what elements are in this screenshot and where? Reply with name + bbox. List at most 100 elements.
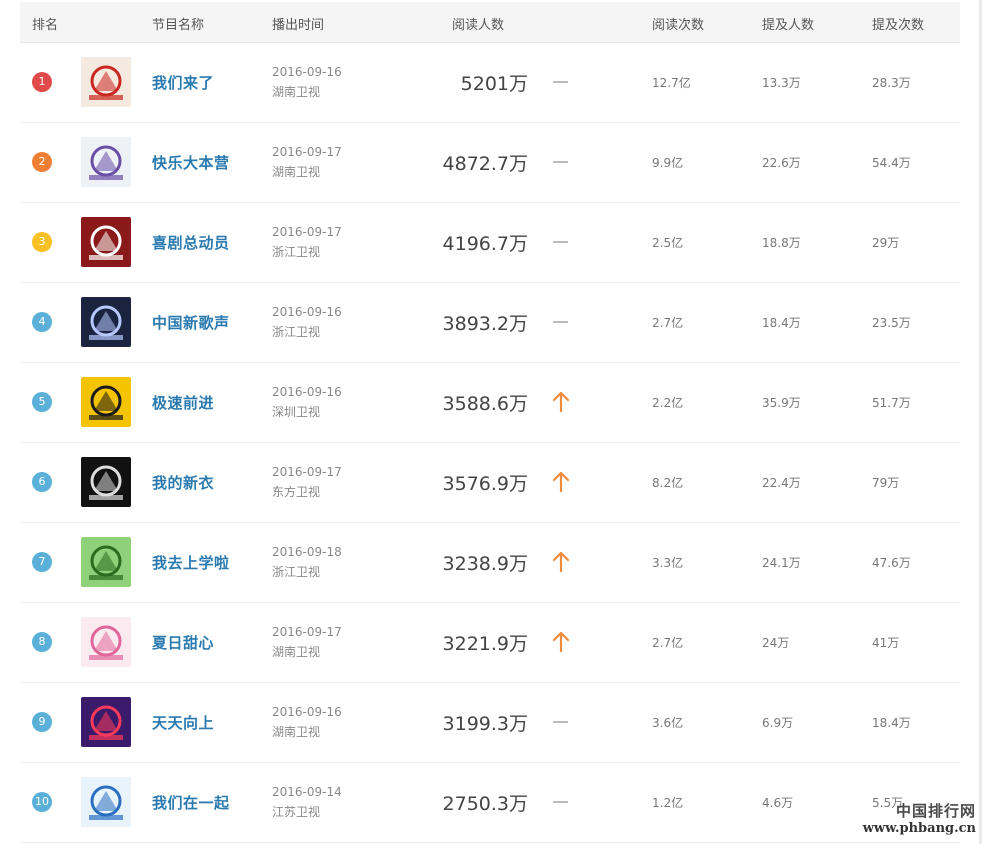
read-count: 1.2亿 xyxy=(652,796,684,810)
trend-flat-icon xyxy=(551,68,571,96)
read-count: 9.9亿 xyxy=(652,156,684,170)
reader-count: 3199.3万 xyxy=(442,713,528,735)
table-row[interactable]: 1 我们来了 2016-09-16 湖南卫视 5201万 12.7亿 13.3万… xyxy=(20,43,960,123)
table-row[interactable]: 8 夏日甜心 2016-09-17 湖南卫视 3221.9万 2.7亿 24万 … xyxy=(20,603,960,683)
mention-count: 29万 xyxy=(872,236,900,250)
header-airtime: 播出时间 xyxy=(272,18,325,33)
read-count: 2.7亿 xyxy=(652,316,684,330)
air-date: 2016-09-18 xyxy=(272,545,342,559)
rank-badge: 1 xyxy=(32,72,52,92)
show-poster-icon[interactable] xyxy=(81,377,131,427)
air-date: 2016-09-16 xyxy=(272,705,342,719)
mention-count: 79万 xyxy=(872,476,900,490)
show-poster-icon[interactable] xyxy=(81,137,131,187)
reader-count: 3238.9万 xyxy=(442,553,528,575)
trend-flat-icon xyxy=(551,788,571,816)
show-poster-icon[interactable] xyxy=(81,457,131,507)
channel-name: 浙江卫视 xyxy=(272,565,321,579)
reader-count: 3588.6万 xyxy=(442,393,528,415)
read-count: 2.7亿 xyxy=(652,636,684,650)
table-row[interactable]: 4 中国新歌声 2016-09-16 浙江卫视 3893.2万 2.7亿 18.… xyxy=(20,283,960,363)
channel-name: 浙江卫视 xyxy=(272,325,321,339)
table-row[interactable]: 10 我们在一起 2016-09-14 江苏卫视 2750.3万 1.2亿 4.… xyxy=(20,763,960,843)
trend-up-icon xyxy=(551,388,571,416)
reader-count: 4872.7万 xyxy=(442,153,528,175)
show-poster-icon[interactable] xyxy=(81,217,131,267)
rank-badge: 2 xyxy=(32,152,52,172)
air-date: 2016-09-17 xyxy=(272,465,342,479)
show-poster-icon[interactable] xyxy=(81,537,131,587)
watermark-title: 中国排行网 xyxy=(895,802,976,820)
channel-name: 深圳卫视 xyxy=(272,405,321,419)
table-row[interactable]: 6 我的新衣 2016-09-17 东方卫视 3576.9万 8.2亿 22.4… xyxy=(20,443,960,523)
program-name-link[interactable]: 夏日甜心 xyxy=(152,632,214,653)
air-date: 2016-09-14 xyxy=(272,785,342,799)
reader-count: 4196.7万 xyxy=(442,233,528,255)
reader-count: 3576.9万 xyxy=(442,473,528,495)
table-row[interactable]: 5 极速前进 2016-09-16 深圳卫视 3588.6万 2.2亿 35.9… xyxy=(20,363,960,443)
table-row[interactable]: 7 我去上学啦 2016-09-18 浙江卫视 3238.9万 3.3亿 24.… xyxy=(20,523,960,603)
table-row[interactable]: 9 天天向上 2016-09-16 湖南卫视 3199.3万 3.6亿 6.9万… xyxy=(20,683,960,763)
trend-flat-icon xyxy=(551,148,571,176)
mention-count: 23.5万 xyxy=(872,316,911,330)
air-date: 2016-09-16 xyxy=(272,385,342,399)
site-watermark: 中国排行网 www.phbang.cn xyxy=(863,800,976,836)
reader-count: 3893.2万 xyxy=(442,313,528,335)
mention-count: 54.4万 xyxy=(872,156,911,170)
rank-badge: 5 xyxy=(32,392,52,412)
header-reads: 阅读次数 xyxy=(652,18,705,33)
header-rank: 排名 xyxy=(32,18,59,33)
program-name-link[interactable]: 我们来了 xyxy=(152,72,214,93)
program-name-link[interactable]: 天天向上 xyxy=(152,712,214,733)
program-name-link[interactable]: 极速前进 xyxy=(152,392,214,413)
channel-name: 湖南卫视 xyxy=(272,725,321,739)
read-count: 3.6亿 xyxy=(652,716,684,730)
header-readers: 阅读人数 xyxy=(452,18,505,33)
trend-flat-icon xyxy=(551,228,571,256)
show-poster-icon[interactable] xyxy=(81,777,131,827)
header-mentioners: 提及人数 xyxy=(762,18,815,33)
mention-count: 47.6万 xyxy=(872,556,911,570)
trend-up-icon xyxy=(551,468,571,496)
mentioner-count: 6.9万 xyxy=(762,716,794,730)
air-date: 2016-09-16 xyxy=(272,65,342,79)
table-row[interactable]: 3 喜剧总动员 2016-09-17 浙江卫视 4196.7万 2.5亿 18.… xyxy=(20,203,960,283)
program-name-link[interactable]: 我们在一起 xyxy=(152,792,230,813)
air-date: 2016-09-16 xyxy=(272,305,342,319)
read-count: 3.3亿 xyxy=(652,556,684,570)
read-count: 2.2亿 xyxy=(652,396,684,410)
reader-count: 3221.9万 xyxy=(442,633,528,655)
program-name-link[interactable]: 喜剧总动员 xyxy=(152,232,230,253)
mention-count: 18.4万 xyxy=(872,716,911,730)
channel-name: 江苏卫视 xyxy=(272,805,321,819)
program-name-link[interactable]: 我的新衣 xyxy=(152,472,214,493)
mentioner-count: 4.6万 xyxy=(762,796,794,810)
watermark-url: www.phbang.cn xyxy=(862,821,976,836)
air-date: 2016-09-17 xyxy=(272,225,342,239)
trend-up-icon xyxy=(551,548,571,576)
program-name-link[interactable]: 快乐大本营 xyxy=(152,152,230,173)
show-poster-icon[interactable] xyxy=(81,697,131,747)
show-poster-icon[interactable] xyxy=(81,57,131,107)
rank-badge: 7 xyxy=(32,552,52,572)
mentioner-count: 24.1万 xyxy=(762,556,801,570)
program-name-link[interactable]: 我去上学啦 xyxy=(152,552,230,573)
program-name-link[interactable]: 中国新歌声 xyxy=(152,312,230,333)
reader-count: 2750.3万 xyxy=(442,793,528,815)
reader-count: 5201万 xyxy=(460,73,528,95)
mentioner-count: 22.4万 xyxy=(762,476,801,490)
rank-badge: 6 xyxy=(32,472,52,492)
read-count: 12.7亿 xyxy=(652,76,691,90)
read-count: 2.5亿 xyxy=(652,236,684,250)
table-body: 1 我们来了 2016-09-16 湖南卫视 5201万 12.7亿 13.3万… xyxy=(20,43,960,843)
show-poster-icon[interactable] xyxy=(81,617,131,667)
mentioner-count: 18.8万 xyxy=(762,236,801,250)
channel-name: 东方卫视 xyxy=(272,485,321,499)
show-poster-icon[interactable] xyxy=(81,297,131,347)
rank-badge: 10 xyxy=(32,792,52,812)
air-date: 2016-09-17 xyxy=(272,625,342,639)
mentioner-count: 13.3万 xyxy=(762,76,801,90)
mention-count: 51.7万 xyxy=(872,396,911,410)
table-row[interactable]: 2 快乐大本营 2016-09-17 湖南卫视 4872.7万 9.9亿 22.… xyxy=(20,123,960,203)
channel-name: 湖南卫视 xyxy=(272,165,321,179)
